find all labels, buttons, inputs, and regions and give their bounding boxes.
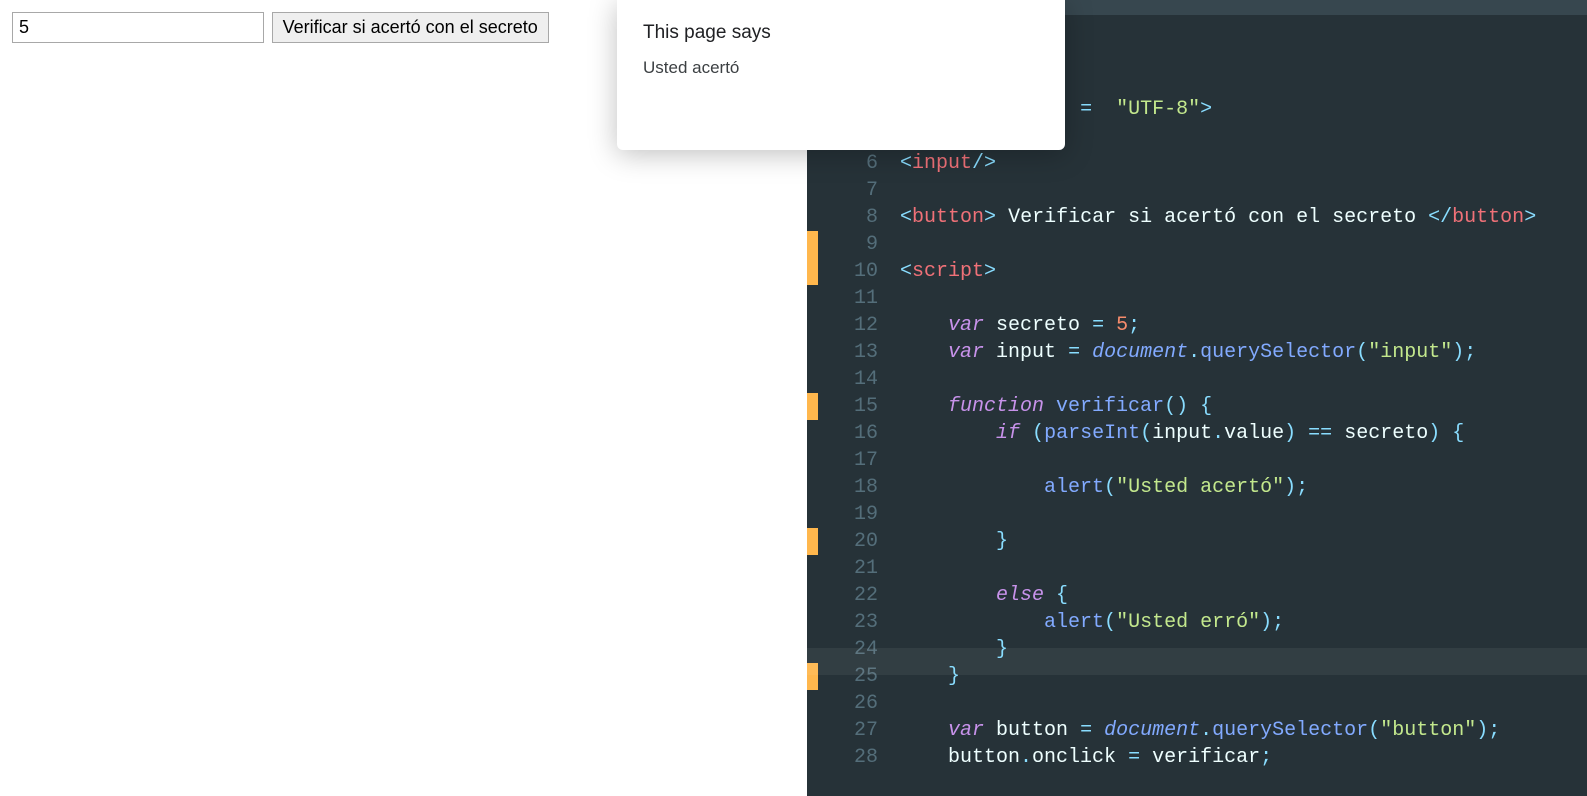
code-line [900, 501, 1587, 528]
line-number: 23 [818, 609, 878, 636]
alert-message: Usted acertó [643, 58, 1039, 78]
code-line [900, 285, 1587, 312]
code-line: if (parseInt(input.value) == secreto) { [900, 420, 1587, 447]
code-line [900, 690, 1587, 717]
code-line [900, 231, 1587, 258]
line-number: 26 [818, 690, 878, 717]
line-number: 14 [818, 366, 878, 393]
line-number: 11 [818, 285, 878, 312]
verify-button[interactable]: Verificar si acertó con el secreto [272, 12, 549, 43]
code-line: } [900, 636, 1587, 663]
code-line [900, 771, 1587, 796]
secret-input[interactable] [12, 12, 264, 43]
code-line: button.onclick = verificar; [900, 744, 1587, 771]
code-line: var secreto = 5; [900, 312, 1587, 339]
code-line [900, 366, 1587, 393]
code-line: else { [900, 582, 1587, 609]
code-line: alert("Usted erró"); [900, 609, 1587, 636]
line-number: 18 [818, 474, 878, 501]
line-number: 17 [818, 447, 878, 474]
code-line [900, 555, 1587, 582]
code-line: alert("Usted acertó"); [900, 474, 1587, 501]
gutter-modification-marker [807, 231, 818, 258]
line-number: 28 [818, 744, 878, 771]
line-number: 9 [818, 231, 878, 258]
line-number: 10 [818, 258, 878, 285]
alert-title: This page says [643, 22, 1039, 44]
code-line: <button> Verificar si acertó con el secr… [900, 204, 1587, 231]
line-number: 20 [818, 528, 878, 555]
gutter-modification-marker [807, 393, 818, 420]
line-number: 13 [818, 339, 878, 366]
browser-alert-dialog: This page says Usted acertó [617, 0, 1065, 150]
line-number: 21 [818, 555, 878, 582]
line-number: 7 [818, 177, 878, 204]
gutter-modification-marker [807, 528, 818, 555]
line-number: 6 [818, 150, 878, 177]
line-number: 19 [818, 501, 878, 528]
code-line: } [900, 663, 1587, 690]
code-line: <input/> [900, 150, 1587, 177]
code-line [900, 177, 1587, 204]
gutter-modification-marker [807, 258, 818, 285]
code-line [900, 447, 1587, 474]
code-line: var button = document.querySelector("but… [900, 717, 1587, 744]
line-number: 22 [818, 582, 878, 609]
code-line: var input = document.querySelector("inpu… [900, 339, 1587, 366]
code-line: function verificar() { [900, 393, 1587, 420]
line-number: 12 [818, 312, 878, 339]
line-number: 8 [818, 204, 878, 231]
line-number: 27 [818, 717, 878, 744]
code-line: <script> [900, 258, 1587, 285]
line-number: 15 [818, 393, 878, 420]
line-number: 16 [818, 420, 878, 447]
code-line: } [900, 528, 1587, 555]
